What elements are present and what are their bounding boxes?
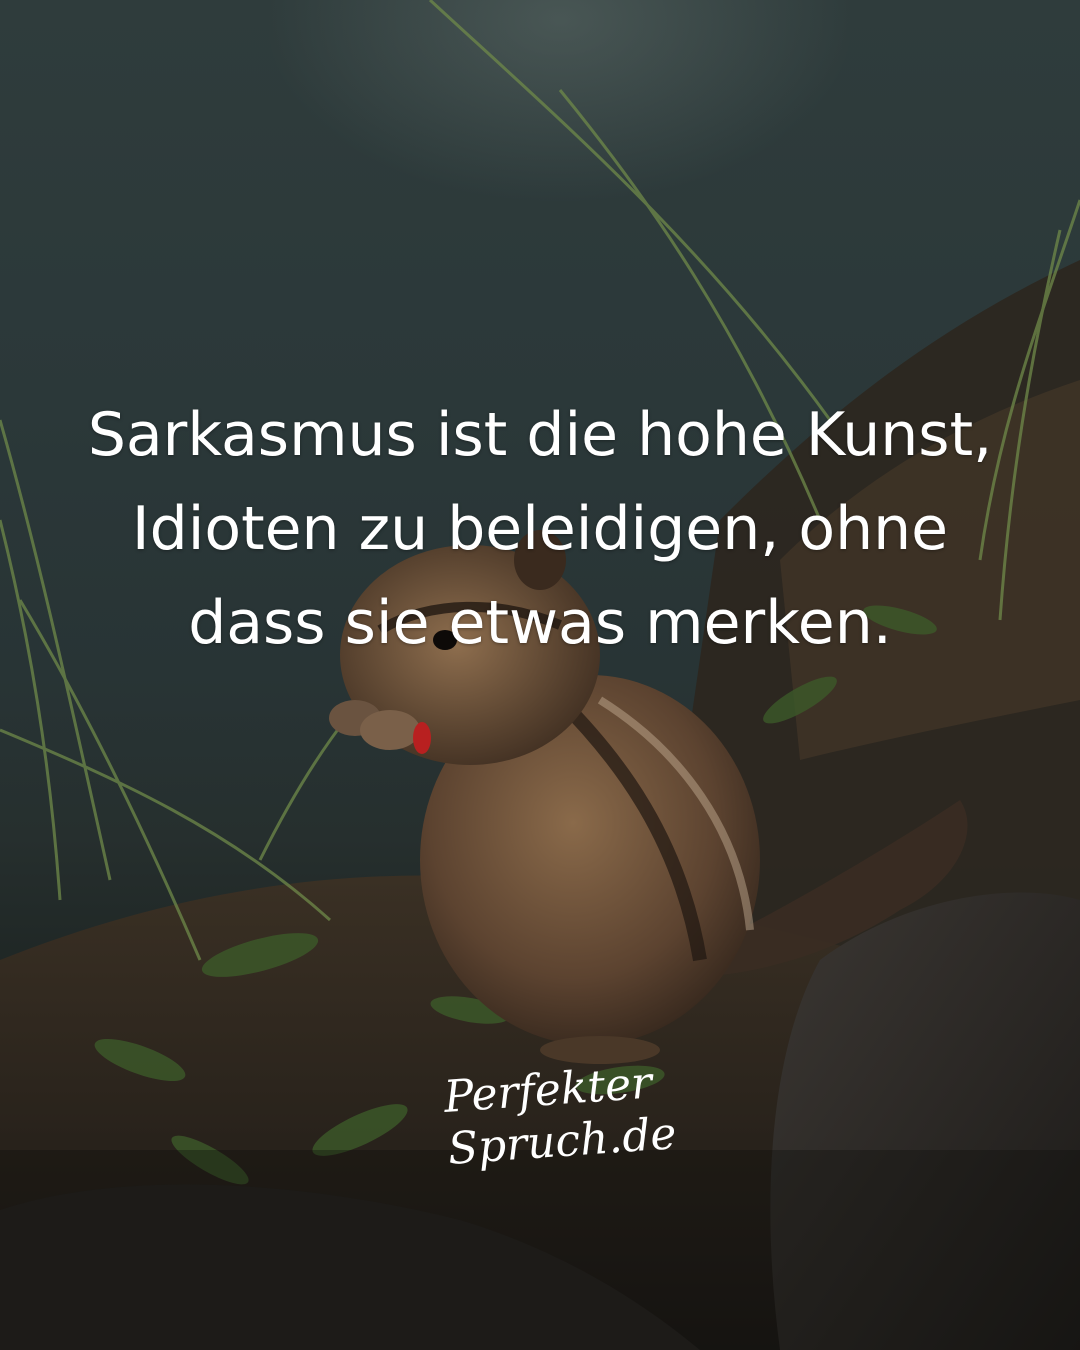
photo-canvas: Sarkasmus ist die hohe Kunst, Idioten zu… — [0, 0, 1080, 1350]
quote-line-3: dass sie etwas merken. — [188, 588, 892, 658]
chipmunk-paw-right — [360, 710, 420, 750]
berry — [413, 722, 431, 754]
brand-logo: Perfekter Spruch.de — [430, 1058, 678, 1192]
quote-line-1: Sarkasmus ist die hohe Kunst, — [87, 400, 993, 470]
quote-line-2: Idioten zu beleidigen, ohne — [131, 494, 949, 564]
quote-text: Sarkasmus ist die hohe Kunst, Idioten zu… — [40, 388, 1040, 670]
